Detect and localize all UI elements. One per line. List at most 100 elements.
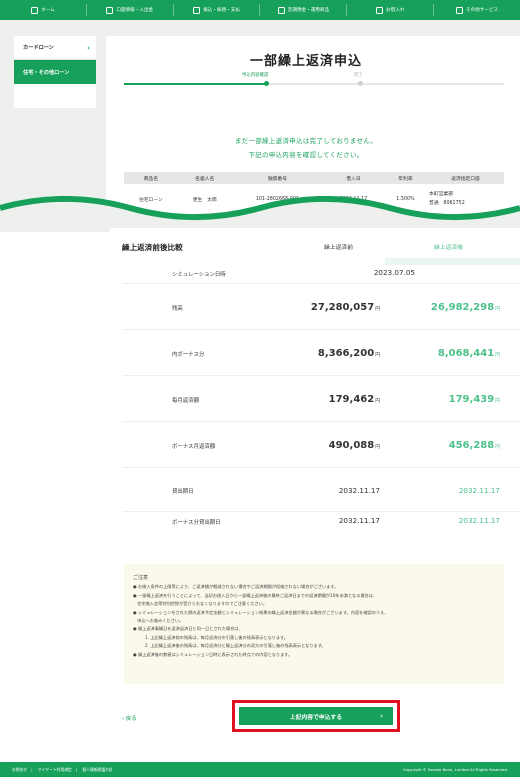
after-date: 2032.11.17 xyxy=(458,516,500,525)
row-label: 内ボーナス分 xyxy=(172,352,205,358)
footer-link-terms[interactable]: マイゲート利用規定 xyxy=(38,767,72,772)
caution-line: ● シミュレーションをされた際の返済予定金額とシミュレーション結果の繰上返済金額… xyxy=(133,609,389,615)
back-label: 戻る xyxy=(125,716,137,722)
deposit-icon xyxy=(277,6,285,14)
after-value: 26,982,298円 xyxy=(431,302,500,313)
sidebar-item-card-loan[interactable]: カードローン › xyxy=(14,36,96,60)
global-nav: ホーム 口座情報・入出金 振込・振替・支払 定期預金・運用商品 お借入れ その他… xyxy=(0,0,520,20)
after-date: 2032.11.17 xyxy=(458,486,500,495)
step-confirm-label: 申込内容確認 xyxy=(242,73,269,78)
loan-icon xyxy=(376,6,384,14)
caution-box: ご注意 ● お借入条件の上限等により、ご返済額が軽減されない場合やご返済期間が短… xyxy=(124,564,504,684)
services-icon xyxy=(455,6,463,14)
unit-yen: 円 xyxy=(495,445,500,450)
sidebar-item-label: カードローン xyxy=(23,45,54,51)
unit-yen: 円 xyxy=(375,445,380,450)
nav-home-label: ホーム xyxy=(41,8,55,13)
after-number: 456,288 xyxy=(448,440,495,451)
copyright: Copyright © Seesee Bank, Limited All Rig… xyxy=(403,767,508,772)
caution-line: ● 繰上返済後の数値はシミュレーション日時に表示された時点での内容となります。 xyxy=(133,651,293,657)
chevron-right-icon: › xyxy=(380,712,383,720)
simulation-row: シミュレーション日時 2023.07.05 xyxy=(122,264,520,284)
incomplete-notice: まだ一部繰上返済申込は完了しておりません。 xyxy=(234,137,378,145)
nav-deposit-label: 定期預金・運用商品 xyxy=(287,8,330,13)
unit-yen: 円 xyxy=(495,307,500,312)
home-icon xyxy=(31,6,39,14)
step-track-active xyxy=(124,83,266,85)
step-confirm-dot xyxy=(264,81,269,86)
after-number: 179,439 xyxy=(448,394,495,405)
comparison-row: ボーナス月返済額 490,088円 456,288円 xyxy=(122,422,520,468)
before-value: 8,366,200円 xyxy=(318,348,380,359)
nav-home[interactable]: ホーム xyxy=(0,4,87,16)
comparison-row: 残高 27,280,057円 26,982,298円 xyxy=(122,284,520,330)
header-date: 借入日 xyxy=(323,172,384,184)
row-label: 貸出期日 xyxy=(172,489,194,495)
row-label: ボーナス月返済額 xyxy=(172,444,216,450)
before-number: 179,462 xyxy=(328,394,375,405)
caution-line: 申込へお進みください。 xyxy=(133,618,184,624)
back-link[interactable]: ‹ 戻る xyxy=(122,714,137,722)
step-complete-dot xyxy=(358,81,363,86)
sidebar-item-housing-loan[interactable]: 住宅・その他ローン xyxy=(14,60,96,84)
comparison-row: ボーナス分貸出期日 2032.11.17 2032.11.17 xyxy=(122,512,520,558)
before-date: 2032.11.17 xyxy=(338,486,380,495)
after-value: 179,439円 xyxy=(449,394,500,405)
page-title: 一部繰上返済申込 xyxy=(249,54,362,69)
before-number: 490,088 xyxy=(328,440,375,451)
nav-services-label: その他サービス xyxy=(465,8,499,13)
nav-deposit[interactable]: 定期預金・運用商品 xyxy=(260,4,348,16)
comparison-row: 貸出期日 2032.11.17 2032.11.17 xyxy=(122,468,520,512)
header-product: 商品名 xyxy=(124,172,178,184)
caution-title: ご注意 xyxy=(133,575,149,581)
confirm-notice: 下記の申込内容を確認してください。 xyxy=(248,151,364,159)
nav-account-label: 口座情報・入出金 xyxy=(116,8,154,13)
footer-links: お問合せ | マイゲート利用規定 | 個人情報保護方針 xyxy=(12,767,117,773)
column-after-label: 繰上返済後 xyxy=(434,245,463,251)
nav-account[interactable]: 口座情報・入出金 xyxy=(87,4,174,16)
submit-label: 上記内容で申込する xyxy=(289,714,343,721)
caution-line: ● 一部繰上返済を行うことによって、当初お借入日から一部繰上返済後の最終ご返済日… xyxy=(133,592,378,598)
footer-separator: | xyxy=(31,766,33,772)
application-card: 一部繰上返済申込 申込内容確認 完了 まだ一部繰上返済申込は完了しておりません。… xyxy=(106,36,520,220)
column-before-label: 繰上返済前 xyxy=(324,245,353,251)
submit-button[interactable]: 上記内容で申込する › xyxy=(239,707,393,725)
before-number: 27,280,057 xyxy=(310,302,375,313)
nav-services[interactable]: その他サービス xyxy=(434,4,520,16)
footer-link-contact[interactable]: お問合せ xyxy=(12,767,27,772)
comparison-title: 繰上返済前後比較 xyxy=(122,243,183,252)
wave-divider xyxy=(0,196,520,232)
header-account: 返済指定口座 xyxy=(427,172,504,184)
caution-line: 2. 上記繰上返済後の残高は、毎月返済分と繰上返済分の双方の引落し後の残高表示と… xyxy=(145,643,326,649)
nav-transfer[interactable]: 振込・振替・支払 xyxy=(174,4,261,16)
row-label: 残高 xyxy=(172,306,183,312)
transfer-icon xyxy=(193,6,201,14)
row-label: 毎月返済額 xyxy=(172,398,199,404)
comparison-card: 繰上返済前後比較 繰上返済前 繰上返済後 シミュレーション日時 2023.07.… xyxy=(110,228,520,748)
unit-yen: 円 xyxy=(495,353,500,358)
table-header-row: 商品名 名義人名 融資番号 借入日 年利率 返済指定口座 xyxy=(124,172,504,184)
before-value: 179,462円 xyxy=(329,394,380,405)
after-number: 26,982,298 xyxy=(430,302,495,313)
caution-line: ● お借入条件の上限等により、ご返済額が軽減されない場合やご返済期間が短縮されな… xyxy=(133,584,339,590)
caution-line: 住宅借入金等特別控除が受けられなくなりますのでご注意ください。 xyxy=(133,601,268,607)
header-loan-no: 融資番号 xyxy=(231,172,324,184)
unit-yen: 円 xyxy=(375,307,380,312)
sidebar-item-label: 住宅・その他ローン xyxy=(23,69,70,76)
nav-transfer-label: 振込・振替・支払 xyxy=(203,8,240,13)
nav-loan[interactable]: お借入れ xyxy=(347,4,435,16)
after-value: 8,068,441円 xyxy=(438,348,500,359)
header-holder: 名義人名 xyxy=(177,172,232,184)
before-value: 490,088円 xyxy=(329,440,380,451)
before-date: 2032.11.17 xyxy=(338,516,380,525)
comparison-row: 毎月返済額 179,462円 179,439円 xyxy=(122,376,520,422)
footer-link-privacy[interactable]: 個人情報保護方針 xyxy=(82,767,112,772)
after-number: 8,068,441 xyxy=(437,348,495,359)
step-complete-label: 完了 xyxy=(354,73,363,78)
before-value: 27,280,057円 xyxy=(311,302,380,313)
row-label: ボーナス分貸出期日 xyxy=(172,520,221,526)
comparison-row: 内ボーナス分 8,366,200円 8,068,441円 xyxy=(122,330,520,376)
unit-yen: 円 xyxy=(495,399,500,404)
caution-line: ● 繰上返済事繰日を返済返済日と同一日とされた場合は、 xyxy=(133,626,243,632)
simulation-value: 2023.07.05 xyxy=(373,268,415,277)
